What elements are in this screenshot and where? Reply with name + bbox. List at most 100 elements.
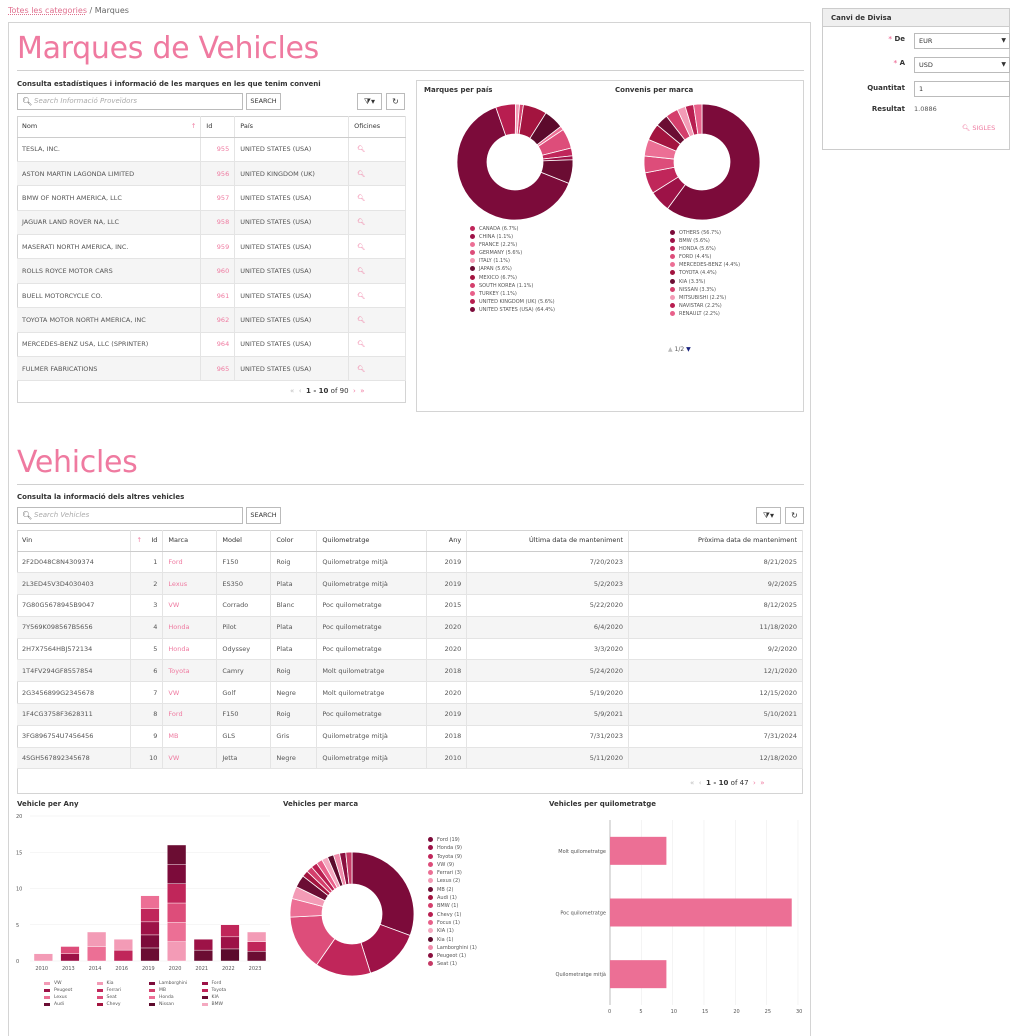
cell-id[interactable]: 956 <box>200 161 236 187</box>
bar-segment[interactable] <box>247 951 267 962</box>
filter-icon[interactable]: ⧩▾ <box>357 93 382 110</box>
bar-segment[interactable] <box>113 949 133 962</box>
vehicles-search-input[interactable]: 🔍︎ Search Vehicles <box>17 507 243 524</box>
legend-item[interactable]: Peugeot (1) <box>428 952 477 960</box>
col-id[interactable]: Id <box>200 116 236 138</box>
search-icon[interactable]: 🔍︎ <box>348 332 406 358</box>
table-row[interactable]: 2L3ED45V3D4030403 2 Lexus ES350 Plata Qu… <box>17 572 803 596</box>
table-row[interactable]: 1T4FV294GF8557854 6 Toyota Camry Roig Mo… <box>17 659 803 683</box>
qty-input[interactable]: 1 <box>914 81 1010 97</box>
cell-id[interactable]: 964 <box>200 332 236 358</box>
legend-item[interactable]: Audi (1) <box>428 894 477 902</box>
bar-segment[interactable] <box>140 947 160 962</box>
next-page-icon[interactable]: › <box>353 387 356 395</box>
bar-segment[interactable] <box>87 931 107 947</box>
filter-icon[interactable]: ⧩▾ <box>756 507 781 524</box>
legend-item[interactable]: Honda (9) <box>428 844 477 852</box>
bar[interactable] <box>610 836 667 865</box>
col-km[interactable]: Quilometratge <box>316 530 428 552</box>
legend-item[interactable]: MB (2) <box>428 886 477 894</box>
legend-item[interactable]: Ford <box>201 980 255 987</box>
table-row[interactable]: JAGUAR LAND ROVER NA, LLC 958 UNITED STA… <box>17 210 406 236</box>
legend-item[interactable]: BMW (1) <box>428 902 477 910</box>
bar-segment[interactable] <box>167 883 187 904</box>
bar-segment[interactable] <box>247 931 267 942</box>
brands-search-input[interactable]: 🔍︎ Search Informació Proveïdors <box>17 93 243 110</box>
bar-segment[interactable] <box>87 946 107 962</box>
legend-item[interactable]: JAPAN (5.6%) <box>470 265 555 273</box>
search-icon[interactable]: 🔍︎ <box>348 161 406 187</box>
cell-marca[interactable]: Honda <box>162 638 218 661</box>
legend-item[interactable]: Audi <box>44 1001 97 1008</box>
search-icon[interactable]: 🔍︎ <box>348 234 406 260</box>
legend-item[interactable]: FORD (4.4%) <box>670 253 740 261</box>
legend-item[interactable]: Seat <box>96 994 150 1001</box>
table-row[interactable]: 2G3456899G2345678 7 VW Golf Negre Molt q… <box>17 681 803 705</box>
legend-item[interactable]: KIA <box>201 994 255 1001</box>
col-color[interactable]: Color <box>270 530 318 552</box>
refresh-icon[interactable]: ↻ <box>785 507 804 524</box>
cell-marca[interactable]: Ford <box>162 551 218 574</box>
legend-item[interactable]: Honda <box>149 994 202 1001</box>
search-icon[interactable]: 🔍︎ <box>348 356 406 382</box>
legend-item[interactable]: MEXICO (6.7%) <box>470 274 555 282</box>
col-last[interactable]: Última data de manteniment <box>466 530 630 552</box>
cell-id[interactable]: 959 <box>200 234 236 260</box>
bar-segment[interactable] <box>193 939 213 951</box>
legend-item[interactable]: KIA (3.3%) <box>670 278 740 286</box>
table-row[interactable]: 7Y569K098567B5656 4 Honda Pilot Plata Po… <box>17 616 803 639</box>
legend-item[interactable]: NAVISTAR (2.2%) <box>670 302 740 310</box>
bar-segment[interactable] <box>140 895 160 910</box>
legend-item[interactable]: ITALY (1.1%) <box>470 257 555 265</box>
legend-item[interactable]: NISSAN (3.3%) <box>670 286 740 294</box>
table-row[interactable]: MERCEDES-BENZ USA, LLC (SPRINTER) 964 UN… <box>17 332 406 358</box>
bar-segment[interactable] <box>113 939 133 951</box>
cell-id[interactable]: 958 <box>200 210 236 236</box>
bar-segment[interactable] <box>167 844 187 865</box>
legend-item[interactable]: SOUTH KOREA (1.1%) <box>470 282 555 290</box>
legend-item[interactable]: VW (9) <box>428 861 477 869</box>
legend-item[interactable]: MITSUBISHI (2.2%) <box>670 294 740 302</box>
cell-id[interactable]: 965 <box>200 356 236 382</box>
search-icon[interactable]: 🔍︎ <box>348 185 406 211</box>
legend-item[interactable]: MERCEDES-BENZ (4.4%) <box>670 261 740 269</box>
prev-page-icon[interactable]: ‹ <box>699 779 702 787</box>
legend-item[interactable]: MB <box>149 987 202 994</box>
bar-segment[interactable] <box>167 902 187 923</box>
legend-item[interactable]: TURKEY (1.1%) <box>470 290 555 298</box>
cell-marca[interactable]: VW <box>162 747 218 770</box>
legend-item[interactable]: Toyota <box>201 987 255 994</box>
bar-segment[interactable] <box>167 941 187 962</box>
table-row[interactable]: MASERATI NORTH AMERICA, INC. 959 UNITED … <box>17 234 406 260</box>
cell-id[interactable]: 955 <box>200 137 236 162</box>
prev-page-icon[interactable]: ‹ <box>299 387 302 395</box>
search-icon[interactable]: 🔍︎ <box>348 258 406 284</box>
col-marca[interactable]: Marca <box>162 530 218 552</box>
legend-item[interactable]: CHINA (1.1%) <box>470 233 555 241</box>
legend-item[interactable]: BMW <box>201 1001 255 1008</box>
brands-search-button[interactable]: SEARCH <box>246 93 281 110</box>
search-icon[interactable]: 🔍︎ <box>348 137 406 162</box>
legend-item[interactable]: Focus (1) <box>428 919 477 927</box>
legend-item[interactable]: OTHERS (56.7%) <box>670 229 740 237</box>
cell-marca[interactable]: VW <box>162 681 218 705</box>
bar-segment[interactable] <box>167 864 187 884</box>
table-row[interactable]: 2H7X7564HBJ572134 5 Honda Odyssey Plata … <box>17 638 803 661</box>
legend-item[interactable]: Lexus <box>44 994 97 1001</box>
table-row[interactable]: FULMER FABRICATIONS 965 UNITED STATES (U… <box>17 356 406 382</box>
bar-segment[interactable] <box>220 936 240 950</box>
bar-segment[interactable] <box>60 946 80 954</box>
sigles-button[interactable]: 🔍︎ SIGLES <box>962 124 995 132</box>
bar-segment[interactable] <box>220 924 240 938</box>
legend-item[interactable]: HONDA (5.6%) <box>670 245 740 253</box>
pie-slice[interactable] <box>351 851 415 937</box>
legend-item[interactable]: Ford (19) <box>428 836 477 844</box>
table-row[interactable]: BMW OF NORTH AMERICA, LLC 957 UNITED STA… <box>17 185 406 211</box>
table-row[interactable]: 7G80G5678945B9047 3 VW Corrado Blanc Poc… <box>17 594 803 617</box>
legend-item[interactable]: Nissan <box>149 1001 202 1008</box>
legend-item[interactable]: BMW (5.6%) <box>670 237 740 245</box>
bar-segment[interactable] <box>220 948 240 962</box>
last-page-icon[interactable]: » <box>360 387 364 395</box>
bar-segment[interactable] <box>247 941 267 952</box>
legend-item[interactable]: UNITED KINGDOM (UK) (5.6%) <box>470 298 555 306</box>
